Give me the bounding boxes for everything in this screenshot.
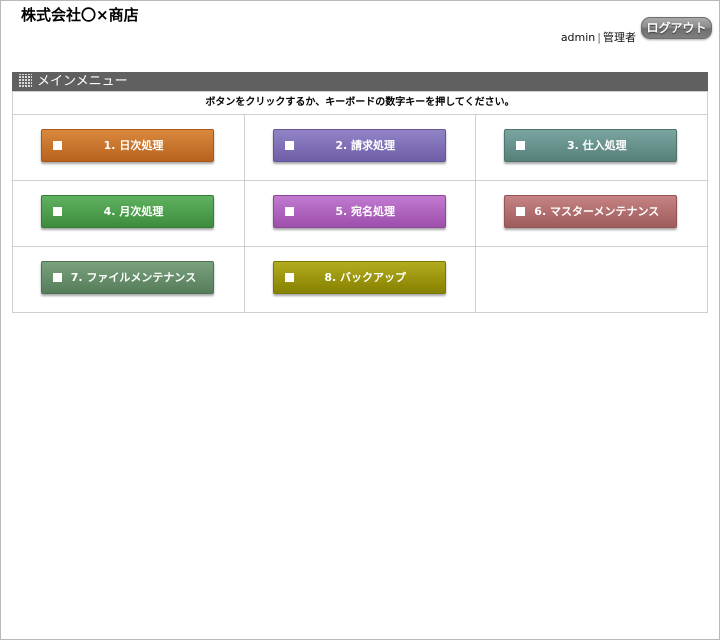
square-bullet-icon bbox=[284, 273, 294, 282]
button-label: 2. 請求処理 bbox=[335, 139, 395, 152]
button-label: 8. バックアップ bbox=[324, 271, 406, 284]
button-label: 7. ファイルメンテナンス bbox=[70, 271, 197, 284]
menu-cell: 7. ファイルメンテナンス bbox=[12, 246, 245, 313]
square-bullet-icon bbox=[53, 207, 62, 216]
user-name: admin bbox=[560, 31, 596, 44]
button-label: 5. 宛名処理 bbox=[335, 205, 395, 218]
user-separator: | bbox=[597, 31, 601, 44]
purchase-processing-button[interactable]: 3. 仕入処理 bbox=[504, 129, 678, 162]
billing-processing-button[interactable]: 2. 請求処理 bbox=[272, 129, 446, 162]
empty-menu-cell bbox=[475, 246, 708, 313]
square-bullet-icon bbox=[516, 141, 526, 150]
company-name: 株式会社〇×商店 bbox=[21, 6, 139, 24]
button-label: 4. 月次処理 bbox=[103, 205, 164, 218]
file-maintenance-button[interactable]: 7. ファイルメンテナンス bbox=[41, 261, 214, 294]
menu-cell: 8. バックアップ bbox=[243, 246, 477, 313]
grid-icon bbox=[19, 74, 32, 87]
address-label-processing-button[interactable]: 5. 宛名処理 bbox=[272, 195, 446, 228]
menu-cell: 2. 請求処理 bbox=[243, 114, 477, 181]
master-maintenance-button[interactable]: 6. マスターメンテナンス bbox=[504, 195, 678, 228]
button-label: 6. マスターメンテナンス bbox=[534, 205, 660, 218]
menu-cell: 4. 月次処理 bbox=[12, 180, 245, 247]
square-bullet-icon bbox=[284, 207, 294, 216]
button-label: 3. 仕入処理 bbox=[566, 139, 627, 152]
square-bullet-icon bbox=[516, 207, 526, 216]
main-menu-header: メインメニュー bbox=[12, 72, 708, 91]
menu-cell: 1. 日次処理 bbox=[12, 114, 245, 181]
square-bullet-icon bbox=[284, 141, 294, 150]
square-bullet-icon bbox=[53, 273, 62, 282]
main-menu-title: メインメニュー bbox=[37, 74, 128, 89]
menu-cell: 6. マスターメンテナンス bbox=[475, 180, 708, 247]
menu-cell: 5. 宛名処理 bbox=[243, 180, 477, 247]
backup-button[interactable]: 8. バックアップ bbox=[272, 261, 446, 294]
user-role: 管理者 bbox=[603, 31, 636, 44]
user-info: admin | 管理者 bbox=[561, 29, 636, 45]
menu-instruction: ボタンをクリックするか、キーボードの数字キーを押してください。 bbox=[12, 91, 708, 115]
menu-cell: 3. 仕入処理 bbox=[475, 114, 708, 181]
daily-processing-button[interactable]: 1. 日次処理 bbox=[41, 129, 214, 162]
logout-button[interactable]: ログアウト bbox=[641, 17, 712, 39]
square-bullet-icon bbox=[53, 141, 62, 150]
main-menu-table: ボタンをクリックするか、キーボードの数字キーを押してください。 1. 日次処理 … bbox=[12, 91, 708, 313]
button-label: 1. 日次処理 bbox=[103, 139, 164, 152]
monthly-processing-button[interactable]: 4. 月次処理 bbox=[41, 195, 214, 228]
